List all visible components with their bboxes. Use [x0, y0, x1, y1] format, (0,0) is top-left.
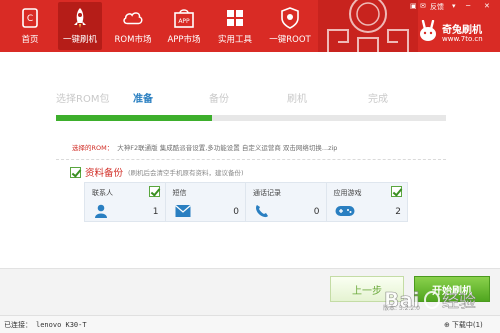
brand-url: www.7to.cn — [442, 35, 483, 43]
cloud-icon — [122, 7, 144, 29]
rabbit-logo-icon — [420, 20, 436, 41]
nav-root[interactable]: 一键ROOT — [264, 2, 316, 50]
skin-icon[interactable]: ▣ — [410, 2, 417, 10]
nav-label: 首页 — [21, 35, 39, 45]
progress-fill — [56, 115, 212, 121]
grid-icon — [224, 7, 246, 29]
divider — [56, 159, 446, 160]
connection-status: 已连接： lenovo K30-T — [4, 320, 87, 330]
feedback-icon[interactable]: ✉ — [420, 2, 426, 10]
backup-card-sms[interactable]: 短信 0 — [166, 183, 246, 221]
backup-card-call-log[interactable]: 通话记录 0 — [246, 183, 327, 221]
download-icon: ⊕ — [444, 321, 450, 329]
backup-card-title: 短信 — [172, 189, 187, 197]
backup-card-title: 通话记录 — [253, 189, 281, 197]
gamepad-icon — [335, 206, 354, 216]
decorative-pattern — [318, 0, 418, 52]
svg-text:C: C — [27, 14, 33, 24]
nav-label: 一键ROOT — [269, 35, 311, 45]
nav-rom-market[interactable]: ROM市场 — [110, 2, 156, 50]
backup-card-contacts[interactable]: 联系人 1 — [85, 183, 166, 221]
nav-flash[interactable]: 一键刷机 — [58, 2, 102, 50]
download-label: 下载中(1) — [451, 321, 483, 329]
nav-tools[interactable]: 实用工具 — [212, 2, 258, 50]
backup-card-title: 应用游戏 — [333, 189, 362, 197]
backup-card-count: 1 — [152, 207, 159, 217]
status-bar: 版本: 5.2.2.0 已连接： lenovo K30-T ⊕ 下载中(1) — [0, 305, 500, 333]
nav-label: 实用工具 — [217, 35, 252, 45]
backup-card-title: 联系人 — [92, 189, 113, 197]
step-flash: 刷机 — [287, 94, 307, 105]
version-label: 版本: 5.2.2.0 — [383, 305, 420, 312]
step-backup: 备份 — [209, 94, 229, 105]
feedback-link[interactable]: 反馈 — [430, 2, 444, 12]
backup-title: 资料备份 — [85, 168, 124, 179]
top-navigation-bar: C 首页 一键刷机 ROM市场 APP APP市场 实用工具 一键ROOT ▣ … — [0, 0, 500, 52]
nav-app-market[interactable]: APP APP市场 — [162, 2, 206, 50]
svg-text:APP: APP — [178, 18, 190, 25]
minimize-button[interactable]: ─ — [466, 2, 470, 10]
backup-note: (刷机后会清空手机原有资料，建议备份) — [128, 169, 244, 177]
shield-icon — [279, 7, 301, 29]
app-bag-icon: APP — [173, 7, 195, 29]
device-name: lenovo K30-T — [36, 321, 87, 329]
backup-items: 联系人 1 短信 0 通话记录 0 应用游戏 2 — [84, 182, 408, 222]
backup-checkbox[interactable] — [70, 166, 81, 178]
download-manager[interactable]: ⊕ 下载中(1) — [444, 320, 483, 330]
step-complete: 完成 — [368, 94, 388, 105]
nav-label: ROM市场 — [114, 35, 152, 45]
selected-rom: 选择的ROM： 大神F2联通版 集成酷派音设置,多功能设置 自定义运营商 双击网络… — [72, 142, 337, 152]
nav-label: 一键刷机 — [62, 35, 97, 45]
wizard-progress-bar — [56, 115, 446, 121]
nav-home[interactable]: C 首页 — [8, 2, 52, 50]
backup-card-count: 0 — [313, 207, 320, 217]
brand-name: 奇兔刷机 — [442, 25, 482, 36]
nav-label: APP市场 — [167, 35, 201, 45]
menu-icon[interactable]: ▾ — [452, 2, 456, 10]
backup-header: 资料备份 (刷机后会清空手机原有资料，建议备份) — [70, 165, 244, 179]
backup-card-count: 0 — [233, 207, 239, 217]
backup-card-count: 2 — [395, 207, 401, 217]
envelope-icon — [174, 205, 191, 217]
connection-label: 已连接： — [4, 321, 32, 329]
step-select-rom: 选择ROM包 — [56, 94, 110, 105]
wizard-steps: 选择ROM包 准备 备份 刷机 完成 — [0, 90, 500, 110]
contacts-checkbox[interactable] — [148, 186, 160, 197]
rocket-icon — [69, 7, 91, 29]
step-prepare: 准备 — [133, 94, 153, 105]
backup-card-apps[interactable]: 应用游戏 2 — [327, 183, 408, 221]
selected-rom-value: 大神F2联通版 集成酷派音设置,多功能设置 自定义运营商 双击网络切换...zi… — [117, 144, 338, 152]
phone-handset-icon — [256, 205, 268, 218]
apps-checkbox[interactable] — [391, 186, 402, 197]
contact-icon — [95, 204, 107, 218]
svg-text:经验: 经验 — [442, 292, 476, 312]
phone-icon: C — [19, 7, 41, 29]
selected-rom-label: 选择的ROM： — [72, 144, 114, 152]
close-button[interactable]: ✕ — [484, 2, 490, 10]
